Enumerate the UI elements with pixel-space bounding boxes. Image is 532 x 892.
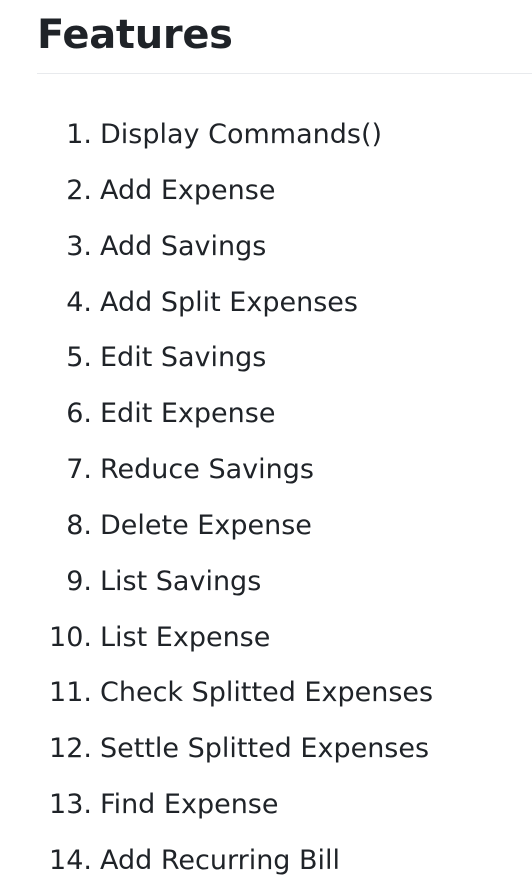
feature-number: 14.	[49, 844, 92, 876]
feature-item: 12. Settle Splitted Expenses	[0, 721, 532, 777]
feature-item: 14. Add Recurring Bill	[0, 833, 532, 889]
feature-number: 8.	[66, 509, 92, 541]
feature-label: List Savings	[100, 565, 262, 597]
feature-number: 9.	[66, 565, 92, 597]
feature-number: 5.	[66, 342, 92, 374]
feature-item: 2. Add Expense	[0, 163, 532, 219]
feature-number: 7.	[66, 454, 92, 486]
feature-number: 13.	[49, 789, 92, 821]
feature-item: 4. Add Split Expenses	[0, 275, 532, 331]
feature-label: Edit Expense	[100, 398, 276, 430]
feature-item: 8. Delete Expense	[0, 498, 532, 554]
feature-number: 12.	[49, 733, 92, 765]
feature-item: 10. List Expense	[0, 610, 532, 666]
feature-label: Reduce Savings	[100, 454, 314, 486]
feature-item: 11. Check Splitted Expenses	[0, 665, 532, 721]
feature-number: 10.	[49, 621, 92, 653]
feature-label: Find Expense	[100, 789, 279, 821]
feature-item: 7. Reduce Savings	[0, 442, 532, 498]
features-section-header: Features	[37, 0, 532, 74]
feature-label: Add Recurring Bill	[100, 844, 341, 876]
feature-label: Check Splitted Expenses	[100, 677, 434, 709]
feature-number: 2.	[66, 174, 92, 206]
feature-item: 6. Edit Expense	[0, 386, 532, 442]
feature-number: 6.	[66, 398, 92, 430]
feature-number: 1.	[66, 119, 92, 150]
feature-label: Add Expense	[100, 174, 276, 206]
feature-item: 9. List Savings	[0, 554, 532, 610]
features-list: 1. Display Commands() 2. Add Expense 3. Add S…	[0, 107, 532, 889]
feature-label: Display Commands()	[100, 119, 383, 150]
feature-item: 1. Display Commands()	[0, 107, 532, 163]
features-heading: Features	[37, 12, 233, 58]
feature-label: Edit Savings	[100, 342, 267, 374]
feature-label: List Expense	[100, 621, 271, 653]
feature-number: 11.	[49, 677, 92, 709]
feature-label: Delete Expense	[100, 509, 312, 541]
feature-item: 13. Find Expense	[0, 777, 532, 833]
feature-label: Settle Splitted Expenses	[100, 733, 430, 765]
feature-label: Add Split Expenses	[100, 286, 358, 318]
feature-label: Add Savings	[100, 230, 267, 262]
feature-item: 3. Add Savings	[0, 219, 532, 275]
feature-item: 5. Edit Savings	[0, 330, 532, 386]
feature-number: 3.	[66, 230, 92, 262]
feature-number: 4.	[66, 286, 92, 318]
